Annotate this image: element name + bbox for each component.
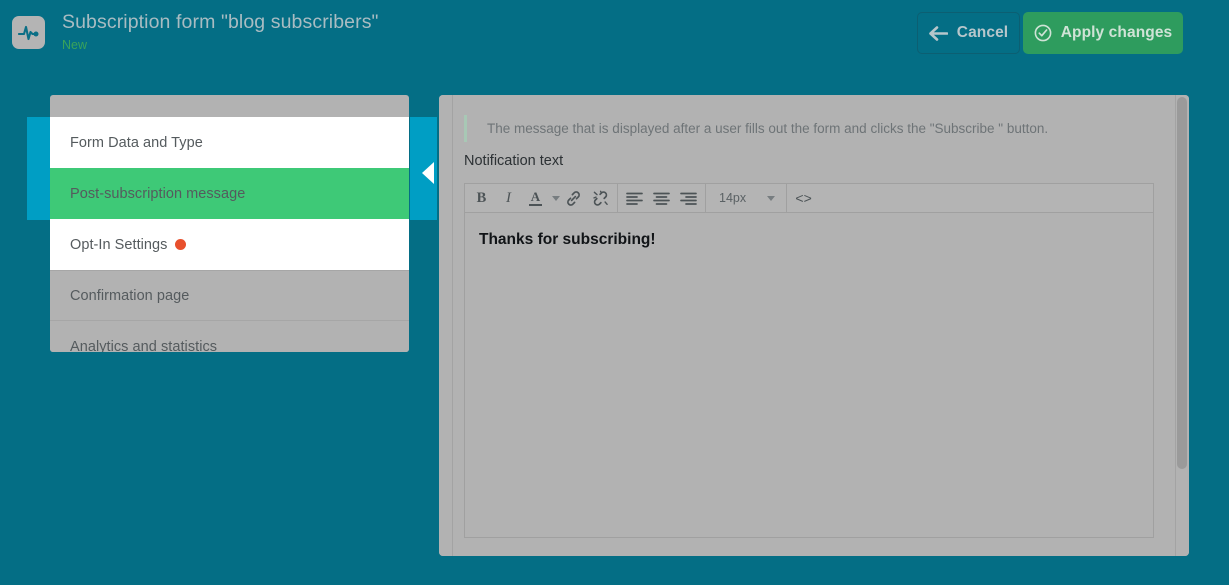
align-right-icon[interactable] bbox=[677, 187, 700, 210]
check-circle-icon bbox=[1034, 24, 1052, 42]
hint-text: The message that is displayed after a us… bbox=[467, 115, 1048, 142]
apply-changes-button[interactable]: Apply changes bbox=[1023, 12, 1183, 54]
toolbar-group-align bbox=[618, 184, 706, 213]
sidebar-item-alert-dot-icon bbox=[175, 239, 186, 250]
arrow-left-icon bbox=[929, 26, 948, 41]
rich-text-editor: B I A bbox=[464, 183, 1154, 538]
apply-changes-button-label: Apply changes bbox=[1061, 24, 1173, 42]
italic-button[interactable]: I bbox=[497, 187, 520, 210]
editor-text: Thanks for subscribing! bbox=[479, 231, 1153, 249]
sidebar-item-analytics-and-statistics[interactable]: Analytics and statistics bbox=[50, 321, 409, 352]
notification-text-label: Notification text bbox=[464, 153, 563, 169]
font-size-value: 14px bbox=[719, 191, 746, 205]
sidebar-item-form-data-and-type[interactable]: Form Data and Type bbox=[50, 117, 409, 168]
cancel-button[interactable]: Cancel bbox=[917, 12, 1020, 54]
sidebar-item-label: Post-subscription message bbox=[70, 186, 245, 202]
toolbar-group-format: B I A bbox=[465, 184, 618, 213]
sidebar-nav: Form Data and Type Post-subscription mes… bbox=[50, 95, 409, 352]
link-icon[interactable] bbox=[562, 187, 585, 210]
sidebar-item-opt-in-settings[interactable]: Opt-In Settings bbox=[50, 219, 409, 270]
align-center-icon[interactable] bbox=[650, 187, 673, 210]
toolbar-group-fontsize: 14px bbox=[706, 184, 787, 213]
toolbar-group-code: <> bbox=[787, 184, 820, 213]
sidebar-pointer-arrow-icon bbox=[422, 162, 434, 184]
align-left-icon[interactable] bbox=[623, 187, 646, 210]
panel-scrollbar-track[interactable] bbox=[1175, 95, 1189, 556]
sidebar-item-confirmation-page[interactable]: Confirmation page bbox=[50, 270, 409, 321]
source-code-button[interactable]: <> bbox=[792, 187, 815, 210]
sidebar-item-label: Confirmation page bbox=[70, 288, 189, 304]
font-size-chevron-down-icon bbox=[767, 196, 775, 201]
editor-toolbar: B I A bbox=[465, 184, 1153, 213]
panel-left-gutter bbox=[439, 95, 453, 556]
sidebar-active-marker-left bbox=[27, 117, 51, 220]
hint-callout: The message that is displayed after a us… bbox=[464, 115, 1124, 142]
bold-button[interactable]: B bbox=[470, 187, 493, 210]
sidebar-item-label: Opt-In Settings bbox=[70, 237, 167, 253]
font-color-underline-icon bbox=[529, 204, 542, 206]
editor-content-area[interactable]: Thanks for subscribing! bbox=[465, 213, 1153, 537]
sidebar-item-label: Analytics and statistics bbox=[70, 339, 217, 353]
sidebar-item-post-subscription-message[interactable]: Post-subscription message bbox=[50, 168, 409, 219]
panel-scrollbar-thumb[interactable] bbox=[1177, 97, 1187, 469]
unlink-icon[interactable] bbox=[589, 187, 612, 210]
panel-body: The message that is displayed after a us… bbox=[454, 95, 1174, 556]
cancel-button-label: Cancel bbox=[957, 24, 1008, 42]
sidebar-region: Form Data and Type Post-subscription mes… bbox=[0, 0, 440, 585]
font-size-select[interactable]: 14px bbox=[709, 187, 783, 210]
main-content-panel: The message that is displayed after a us… bbox=[439, 95, 1189, 556]
font-color-button[interactable]: A bbox=[524, 187, 547, 210]
font-color-letter: A bbox=[531, 190, 540, 203]
sidebar-item-label: Form Data and Type bbox=[70, 135, 203, 151]
font-color-chevron-down-icon[interactable] bbox=[552, 196, 560, 201]
